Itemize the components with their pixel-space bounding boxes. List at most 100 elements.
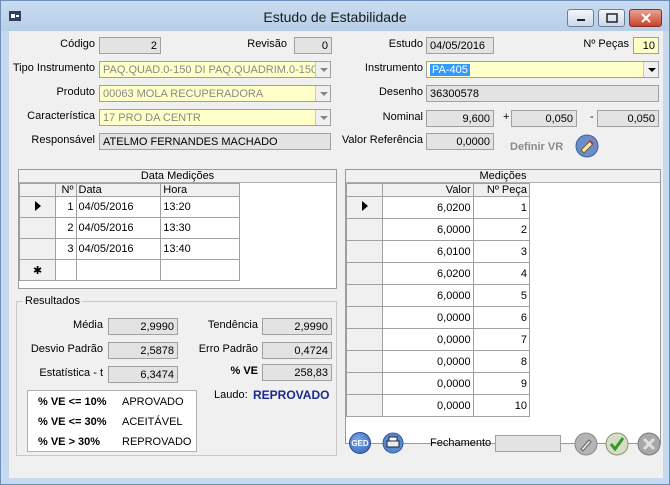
table-row[interactable]: 0,0000 6 [345,306,531,329]
cell-data[interactable]: 04/05/2016 [75,196,162,218]
medicoes-table: Valor Nº Peça 6,0200 1 6,0000 2 6,0100 3 6,020… [345,183,531,417]
table-row[interactable]: 0,0000 8 [345,350,531,373]
cell-peca[interactable]: 5 [472,284,531,307]
row-indicator [345,306,384,329]
column-header-peca[interactable]: Nº Peça [472,183,531,197]
cell-valor[interactable]: 0,0000 [382,328,474,351]
chevron-down-icon[interactable] [643,62,658,77]
table-row[interactable]: 0,0000 10 [345,394,531,417]
chevron-down-icon[interactable] [315,86,330,101]
codigo-field[interactable]: 2 [99,37,161,54]
table-row[interactable]: 6,0100 3 [345,240,531,263]
title-bar: Estudo de Estabilidade [1,1,669,31]
fechamento-field[interactable] [495,435,561,452]
column-header-n[interactable]: Nº [55,183,77,197]
cell-valor[interactable]: 0,0000 [382,306,474,329]
caracteristica-select[interactable]: 17 PRO DA CENTR [99,109,331,126]
cell-peca[interactable]: 6 [472,306,531,329]
cell-peca[interactable]: 9 [472,372,531,395]
produto-select[interactable]: 00063 MOLA RECUPERADORA [99,85,331,102]
cell-valor[interactable]: 6,0200 [382,262,474,285]
media-field[interactable]: 2,9990 [108,318,178,335]
form-body: Código 2 Revisão 0 Estudo 04/05/2016 Nº … [9,31,663,478]
cell-valor[interactable]: 6,0100 [382,240,474,263]
minimize-button[interactable] [567,9,594,27]
cell-data[interactable]: 04/05/2016 [75,217,162,239]
tendencia-field[interactable]: 2,9990 [262,318,332,335]
valor-referencia-field[interactable]: 0,0000 [426,133,494,150]
fechamento-label: Fechamento [430,437,492,449]
confirm-check-icon[interactable] [605,432,629,456]
estatistica-field[interactable]: 6,3474 [108,366,178,383]
ged-button[interactable]: GED [349,432,371,454]
cell-n[interactable] [55,259,77,281]
column-header-data[interactable]: Data [75,183,162,197]
close-window-button[interactable] [629,9,662,27]
revisao-field[interactable]: 0 [294,37,332,54]
table-row[interactable]: 6,0200 1 [345,196,531,219]
tolerance-plus-field[interactable]: 0,050 [511,110,577,127]
cell-peca[interactable]: 2 [472,218,531,241]
table-row[interactable]: 2 04/05/2016 13:30 [18,217,240,239]
chevron-down-icon[interactable] [315,62,330,77]
desvio-padrao-field[interactable]: 2,5878 [108,342,178,359]
cancel-icon[interactable] [637,432,661,456]
definir-vr-icon[interactable] [575,134,599,158]
cell-data[interactable] [75,259,162,281]
cell-hora[interactable]: 13:20 [160,196,240,218]
table-row[interactable]: 3 04/05/2016 13:40 [18,238,240,260]
chevron-down-icon[interactable] [315,110,330,125]
ve-field[interactable]: 258,83 [262,364,332,381]
table-row[interactable]: 6,0200 4 [345,262,531,285]
table-header-row: Valor Nº Peça [345,183,531,197]
tolerance-minus-field[interactable]: 0,050 [597,110,659,127]
minus-sign: - [590,111,594,123]
cell-n[interactable]: 2 [55,217,77,239]
table-row[interactable]: 1 04/05/2016 13:20 [18,196,240,218]
maximize-button[interactable] [598,9,625,27]
definir-vr-label[interactable]: Definir VR [510,141,563,153]
cell-peca[interactable]: 4 [472,262,531,285]
estudo-date-field[interactable]: 04/05/2016 [426,37,494,54]
laudo-label: Laudo: [214,389,248,401]
cell-valor[interactable]: 0,0000 [382,372,474,395]
cell-n[interactable]: 1 [55,196,77,218]
instrumento-select[interactable]: PA-405 [426,61,659,78]
cell-peca[interactable]: 10 [472,394,531,417]
table-row[interactable]: 6,0000 5 [345,284,531,307]
cell-peca[interactable]: 1 [472,196,531,219]
cell-peca[interactable]: 7 [472,328,531,351]
desenho-field[interactable]: 36300578 [426,85,659,102]
column-header-hora[interactable]: Hora [160,183,240,197]
row-indicator [18,238,57,260]
cell-valor[interactable]: 6,0000 [382,284,474,307]
cell-valor[interactable]: 6,0200 [382,196,474,219]
new-row[interactable]: ✱ [18,259,240,281]
responsavel-field[interactable]: ATELMO FERNANDES MACHADO [99,133,331,150]
cell-hora[interactable]: 13:30 [160,217,240,239]
responsavel-label: Responsável [31,134,95,146]
cell-valor[interactable]: 6,0000 [382,218,474,241]
cell-valor[interactable]: 0,0000 [382,350,474,373]
tipo-instrumento-select[interactable]: PAQ.QUAD.0-150 DI PAQ.QUADRIM.0-150 [99,61,331,78]
nominal-field[interactable]: 9,600 [426,110,494,127]
desvio-padrao-label: Desvio Padrão [30,343,103,355]
table-row[interactable]: 0,0000 9 [345,372,531,395]
cell-valor[interactable]: 0,0000 [382,394,474,417]
cell-n[interactable]: 3 [55,238,77,260]
table-row[interactable]: 6,0000 2 [345,218,531,241]
cell-peca[interactable]: 3 [472,240,531,263]
erro-padrao-field[interactable]: 0,4724 [262,342,332,359]
row-indicator [18,217,57,239]
column-header-valor[interactable]: Valor [382,183,474,197]
resultados-group: Resultados Média 2,9990 Desvio Padrão 2,… [16,295,337,456]
cell-hora[interactable]: 13:40 [160,238,240,260]
edit-icon[interactable] [574,432,598,456]
main-window: Estudo de Estabilidade Código 2 Revisão … [0,0,670,485]
print-icon[interactable] [382,432,404,454]
cell-data[interactable]: 04/05/2016 [75,238,162,260]
table-row[interactable]: 0,0000 7 [345,328,531,351]
cell-hora[interactable] [160,259,240,281]
npecas-field[interactable]: 10 [633,37,659,54]
cell-peca[interactable]: 8 [472,350,531,373]
